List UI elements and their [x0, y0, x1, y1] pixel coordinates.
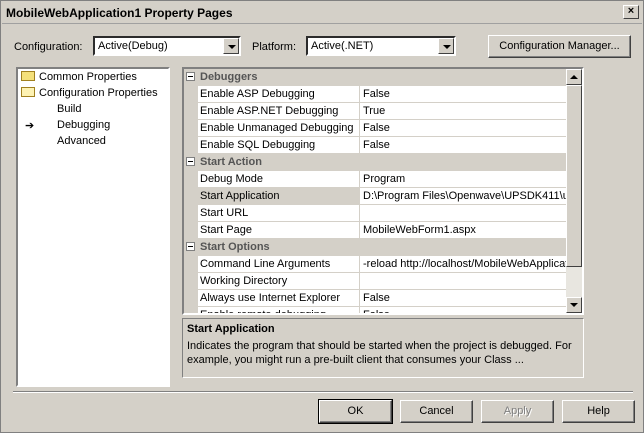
property-row-selected[interactable]: Start Application D:\Program Files\Openw…: [184, 188, 568, 205]
property-row[interactable]: Working Directory: [184, 273, 568, 290]
collapse-icon[interactable]: [186, 242, 195, 251]
collapse-icon[interactable]: [186, 157, 195, 166]
property-value[interactable]: -reload http://localhost/MobileWebApplic…: [360, 256, 568, 273]
property-name: Command Line Arguments: [198, 256, 360, 273]
tree-item-common-properties[interactable]: Common Properties: [21, 71, 137, 87]
category-start-action[interactable]: Start Action: [184, 154, 568, 171]
folder-closed-icon: [21, 71, 35, 81]
property-name: Working Directory: [198, 273, 360, 290]
chevron-down-icon[interactable]: [223, 38, 239, 54]
property-value[interactable]: [360, 205, 568, 222]
property-name: Always use Internet Explorer: [198, 290, 360, 307]
property-value[interactable]: D:\Program Files\Openwave\UPSDK411\up: [360, 188, 568, 205]
scroll-up-icon[interactable]: [566, 69, 582, 85]
property-row[interactable]: Command Line Arguments -reload http://lo…: [184, 256, 568, 273]
help-button[interactable]: Help: [562, 400, 635, 423]
category-start-options[interactable]: Start Options: [184, 239, 568, 256]
property-value[interactable]: False: [360, 86, 568, 103]
tree-item-advanced[interactable]: Advanced: [57, 135, 106, 151]
tree-item-configuration-properties[interactable]: Configuration Properties: [21, 87, 158, 103]
property-value[interactable]: False: [360, 120, 568, 137]
configuration-manager-button[interactable]: Configuration Manager...: [488, 35, 631, 58]
platform-dropdown[interactable]: Active(.NET): [306, 36, 456, 56]
property-name: Enable ASP.NET Debugging: [198, 103, 360, 120]
title-bar: MobileWebApplication1 Property Pages ×: [2, 2, 642, 24]
property-row[interactable]: Enable SQL Debugging False: [184, 137, 568, 154]
configuration-dropdown[interactable]: Active(Debug): [93, 36, 241, 56]
platform-label: Platform:: [252, 41, 297, 53]
property-name: Start Page: [198, 222, 360, 239]
tree-item-label: Common Properties: [39, 71, 137, 83]
apply-label: Apply: [503, 405, 532, 417]
property-value[interactable]: True: [360, 103, 568, 120]
close-button[interactable]: ×: [623, 5, 639, 19]
property-value[interactable]: Program: [360, 171, 568, 188]
property-value[interactable]: False: [360, 307, 568, 313]
cancel-button[interactable]: Cancel: [400, 400, 473, 423]
selected-arrow-icon: ➔: [25, 120, 35, 132]
vertical-scrollbar[interactable]: [566, 69, 582, 313]
category-label: Debuggers: [200, 71, 258, 83]
property-value[interactable]: [360, 273, 568, 290]
tree-item-debugging[interactable]: Debugging: [57, 119, 110, 135]
property-row[interactable]: Start Page MobileWebForm1.aspx: [184, 222, 568, 239]
property-row[interactable]: Start URL: [184, 205, 568, 222]
description-title: Start Application: [187, 323, 275, 335]
property-grid: Debuggers Enable ASP Debugging False Ena…: [182, 67, 584, 315]
property-row[interactable]: Debug Mode Program: [184, 171, 568, 188]
description-text: Indicates the program that should be sta…: [187, 340, 572, 366]
property-value[interactable]: MobileWebForm1.aspx: [360, 222, 568, 239]
property-row[interactable]: Enable remote debugging False: [184, 307, 568, 313]
category-debuggers[interactable]: Debuggers: [184, 69, 568, 86]
tree-item-label: Build: [57, 103, 82, 115]
property-row[interactable]: Enable Unmanaged Debugging False: [184, 120, 568, 137]
property-pages-window: MobileWebApplication1 Property Pages × C…: [0, 0, 644, 433]
property-value[interactable]: False: [360, 137, 568, 154]
property-name: Enable remote debugging: [198, 307, 360, 313]
tree-item-label: Configuration Properties: [39, 87, 158, 99]
property-row[interactable]: Enable ASP Debugging False: [184, 86, 568, 103]
window-title: MobileWebApplication1 Property Pages: [6, 6, 233, 20]
configuration-value: Active(Debug): [98, 40, 168, 52]
folder-open-icon: [21, 87, 35, 97]
tree-item-build[interactable]: Build: [57, 103, 81, 119]
scroll-down-icon[interactable]: [566, 297, 582, 313]
ok-button[interactable]: OK: [318, 399, 393, 424]
apply-button[interactable]: Apply: [481, 400, 554, 423]
property-name: Start URL: [198, 205, 360, 222]
property-name: Debug Mode: [198, 171, 360, 188]
scroll-thumb[interactable]: [566, 85, 582, 267]
divider: [13, 391, 633, 393]
category-label: Start Action: [200, 156, 262, 168]
property-tree: Common Properties Configuration Properti…: [16, 67, 170, 387]
tree-item-label: Debugging: [57, 119, 111, 131]
category-label: Start Options: [200, 241, 270, 253]
description-panel: Start Application Indicates the program …: [182, 318, 584, 378]
property-name: Start Application: [198, 188, 360, 205]
tree-item-label: Advanced: [57, 135, 106, 147]
platform-value: Active(.NET): [311, 40, 374, 52]
property-name: Enable SQL Debugging: [198, 137, 360, 154]
property-row[interactable]: Enable ASP.NET Debugging True: [184, 103, 568, 120]
property-value[interactable]: False: [360, 290, 568, 307]
configuration-label: Configuration:: [14, 41, 83, 53]
collapse-icon[interactable]: [186, 72, 195, 81]
property-row[interactable]: Always use Internet Explorer False: [184, 290, 568, 307]
chevron-down-icon[interactable]: [438, 38, 454, 54]
property-name: Enable Unmanaged Debugging: [198, 120, 360, 137]
property-name: Enable ASP Debugging: [198, 86, 360, 103]
